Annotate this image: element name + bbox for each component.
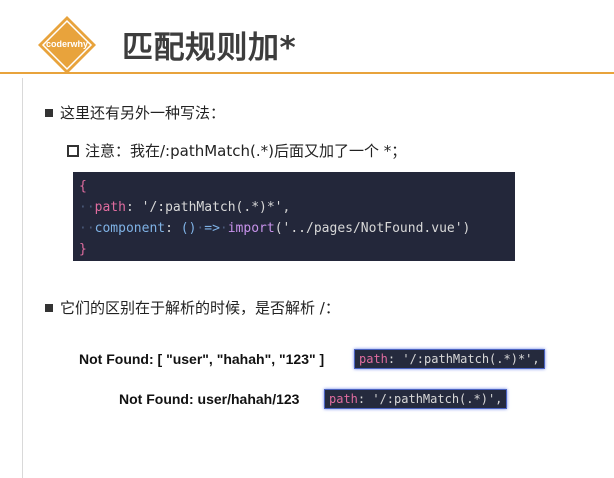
logo-text: coderwhy	[45, 39, 88, 49]
sub-bullet-text: 注意：我在/:pathMatch(.*)后面又加了一个 *；	[85, 142, 407, 160]
not-found-array-example: Not Found: [ "user", "hahah", "123" ]	[79, 351, 325, 367]
component-key: component	[94, 221, 166, 236]
path-comma: ,	[282, 200, 291, 215]
import-argument: ('../pages/NotFound.vue')	[274, 221, 471, 236]
sub-bullet-note: 注意：我在/:pathMatch(.*)后面又加了一个 *；	[67, 140, 406, 161]
path-value: '/:pathMatch(.*)*'	[141, 200, 283, 215]
bullet-text: 这里还有另外一种写法：	[60, 104, 226, 122]
bullet-alt-syntax: 这里还有另外一种写法：	[45, 102, 225, 123]
arrow-params: ()	[180, 221, 197, 236]
bullet-difference: 它们的区别在于解析的时候，是否解析 /：	[45, 297, 340, 318]
left-margin-rule	[22, 78, 23, 478]
chip-value: : '/:pathMatch(.*)*',	[387, 352, 540, 366]
import-keyword: import	[227, 221, 275, 236]
code-line-close: }	[79, 239, 515, 260]
not-found-string-example: Not Found: user/hahah/123	[119, 391, 300, 407]
code-line-path: ··path: '/:pathMatch(.*)*',	[79, 200, 291, 215]
arrow-operator: =>	[204, 221, 220, 236]
code-line-component: ··component: ()·=>·import('../pages/NotF…	[79, 221, 471, 236]
filled-square-bullet-icon	[45, 303, 53, 312]
path-chip-star: path: '/:pathMatch(.*)*',	[354, 349, 545, 369]
path-chip-plain: path: '/:pathMatch(.*)',	[324, 389, 508, 409]
chip-key: path	[359, 352, 388, 366]
route-code-block: { ··path: '/:pathMatch(.*)*', ··componen…	[73, 172, 515, 261]
hollow-square-bullet-icon	[67, 144, 79, 157]
slide-title: 匹配规则加*	[122, 30, 297, 66]
path-key: path	[94, 200, 126, 215]
chip-key: path	[329, 392, 358, 406]
component-colon: :	[165, 221, 181, 236]
coderwhy-logo: coderwhy	[37, 15, 97, 75]
open-brace: {	[79, 179, 87, 194]
bullet-text: 它们的区别在于解析的时候，是否解析 /：	[60, 299, 340, 317]
filled-square-bullet-icon	[45, 108, 53, 117]
chip-value: : '/:pathMatch(.*)',	[357, 392, 503, 406]
close-brace: }	[79, 242, 87, 257]
path-colon: :	[125, 200, 142, 215]
code-line-open: {	[79, 176, 515, 197]
